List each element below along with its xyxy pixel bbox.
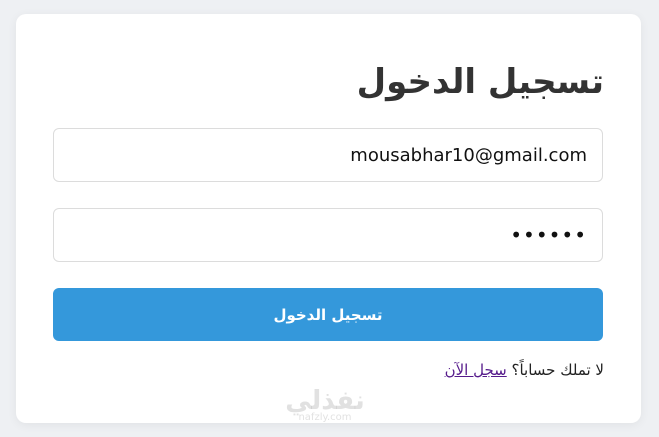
page-title: تسجيل الدخول <box>356 62 604 102</box>
email-field[interactable]: mousabhar10@gmail.com <box>53 128 603 182</box>
no-account-text: لا تملك حساباً؟ <box>511 361 604 379</box>
signup-prompt: لا تملك حساباً؟ سجل الآن <box>445 360 604 380</box>
signup-link[interactable]: سجل الآن <box>445 361 507 379</box>
login-button[interactable]: تسجيل الدخول <box>53 288 603 341</box>
login-card: تسجيل الدخول mousabhar10@gmail.com •••••… <box>16 14 641 423</box>
password-field[interactable]: •••••• <box>53 208 603 262</box>
password-value: •••••• <box>510 223 587 247</box>
email-value: mousabhar10@gmail.com <box>350 144 587 166</box>
